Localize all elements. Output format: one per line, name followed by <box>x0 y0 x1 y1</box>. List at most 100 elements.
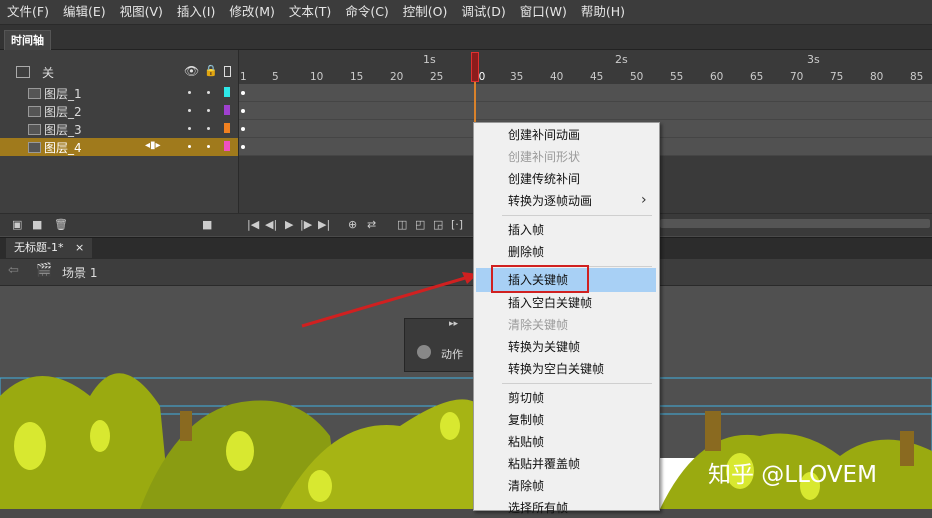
menu-bar: 文件(F) 编辑(E) 视图(V) 插入(I) 修改(M) 文本(T) 命令(C… <box>0 0 932 25</box>
loop-icon[interactable]: ⇄ <box>367 218 376 231</box>
lock-dot[interactable] <box>207 109 210 112</box>
layer-name: 图层_2 <box>44 105 82 119</box>
actions-icon <box>417 345 431 359</box>
tab-timeline[interactable]: 时间轴 <box>4 30 51 50</box>
menu-paste-frames[interactable]: 粘贴帧 <box>474 432 657 452</box>
lock-icon[interactable]: 🔒 <box>204 64 218 77</box>
menu-clear-frames[interactable]: 清除帧 <box>474 476 657 496</box>
layer-row-selected[interactable]: 图层_4 ◂▮▸ <box>0 138 238 156</box>
menu-insert[interactable]: 插入(I) <box>170 0 222 24</box>
actions-panel[interactable]: ▸▸ 动作 <box>404 318 478 372</box>
annotation-highlight-box <box>491 265 589 293</box>
lock-dot[interactable] <box>207 127 210 130</box>
lock-dot[interactable] <box>207 91 210 94</box>
frame-tick: 80 <box>870 71 884 83</box>
layer-row[interactable]: 图层_1 <box>0 84 238 102</box>
back-arrow-icon[interactable]: ⇦ <box>8 263 19 278</box>
menu-file[interactable]: 文件(F) <box>0 0 56 24</box>
new-layer-icon[interactable]: ▣ <box>12 218 22 231</box>
layer-icon <box>28 106 41 117</box>
frame-row[interactable] <box>239 84 932 102</box>
visibility-dot[interactable] <box>188 127 191 130</box>
play-icon[interactable]: ▶ <box>285 218 293 231</box>
close-icon[interactable]: × <box>75 241 84 254</box>
visibility-dot[interactable] <box>188 109 191 112</box>
playhead[interactable] <box>471 52 479 82</box>
actions-label: 动作 <box>441 348 463 361</box>
context-menu: 创建补间动画 创建补间形状 创建传统补间 转换为逐帧动画 › 插入帧 删除帧 清… <box>473 122 660 515</box>
frame-tick: 5 <box>272 71 279 83</box>
frame-tick: 75 <box>830 71 844 83</box>
menu-text[interactable]: 文本(T) <box>282 0 338 24</box>
layer-name: 图层_3 <box>44 123 82 137</box>
frame-row[interactable] <box>239 102 932 120</box>
menu-create-classic-tween[interactable]: 创建传统补间 <box>474 169 657 189</box>
onion-skin-icon[interactable]: ◫ <box>397 218 407 231</box>
frame-tick: 55 <box>670 71 684 83</box>
menu-modify[interactable]: 修改(M) <box>222 0 282 24</box>
menu-separator <box>502 383 652 384</box>
keyframe[interactable] <box>241 91 245 95</box>
menu-convert-to-blank-keyframe[interactable]: 转换为空白关键帧 <box>474 359 657 379</box>
menu-paste-overwrite-frames[interactable]: 粘贴并覆盖帧 <box>474 454 657 474</box>
outline-icon[interactable] <box>224 66 231 77</box>
menu-convert-frame-by-frame[interactable]: 转换为逐帧动画 <box>474 191 657 211</box>
last-frame-icon[interactable]: ▶| <box>318 218 330 231</box>
second-label: 3s <box>807 53 820 66</box>
frame-tick: 70 <box>790 71 804 83</box>
menu-control[interactable]: 控制(O) <box>396 0 455 24</box>
breadcrumb: ⇦ 🎬 场景 1 <box>0 259 932 286</box>
new-folder-icon[interactable]: ■ <box>32 218 42 231</box>
second-label: 2s <box>615 53 628 66</box>
layer-icon <box>28 124 41 135</box>
keyframe[interactable] <box>241 145 245 149</box>
frame-tick: 25 <box>430 71 444 83</box>
timeline-scrollbar[interactable] <box>660 219 930 228</box>
edit-multiple-icon[interactable]: ◲ <box>433 218 443 231</box>
menu-copy-frames[interactable]: 复制帧 <box>474 410 657 430</box>
menu-view[interactable]: 视图(V) <box>113 0 170 24</box>
onion-markers-icon[interactable]: [·] <box>451 218 463 231</box>
menu-insert-frame[interactable]: 插入帧 <box>474 220 657 240</box>
trash-icon[interactable]: 🗑 <box>54 218 68 231</box>
menu-cut-frames[interactable]: 剪切帧 <box>474 388 657 408</box>
menu-commands[interactable]: 命令(C) <box>338 0 395 24</box>
menu-create-motion-tween[interactable]: 创建补间动画 <box>474 125 657 145</box>
scene-label[interactable]: 场景 1 <box>62 264 97 281</box>
frame-tick: 35 <box>510 71 524 83</box>
layer-icon <box>28 88 41 99</box>
camera-icon[interactable]: ■ <box>202 218 212 231</box>
menu-help[interactable]: 帮助(H) <box>574 0 632 24</box>
panel-collapse-icon[interactable]: ▸▸ <box>449 319 458 329</box>
layer-row[interactable]: 图层_2 <box>0 102 238 120</box>
keyframe[interactable] <box>241 109 245 113</box>
onion-outline-icon[interactable]: ◰ <box>415 218 425 231</box>
eye-icon[interactable]: 👁 <box>184 64 199 78</box>
frame-ruler[interactable]: 1s 2s 3s 1 5 10 15 20 25 30 35 40 45 50 … <box>239 50 932 83</box>
layer-row[interactable]: 图层_3 <box>0 120 238 138</box>
center-frame-icon[interactable]: ⊕ <box>348 218 357 231</box>
menu-window[interactable]: 窗口(W) <box>513 0 574 24</box>
document-tab[interactable]: 无标题-1* × <box>6 238 93 258</box>
layer-color-swatch <box>224 123 230 133</box>
menu-insert-blank-keyframe[interactable]: 插入空白关键帧 <box>474 293 657 313</box>
menu-delete-frame[interactable]: 删除帧 <box>474 242 657 262</box>
frame-tick: 10 <box>310 71 324 83</box>
menu-debug[interactable]: 调试(D) <box>454 0 512 24</box>
document-tab-title: 无标题-1* <box>14 241 64 254</box>
menu-convert-to-keyframe[interactable]: 转换为关键帧 <box>474 337 657 357</box>
lock-dot[interactable] <box>207 145 210 148</box>
visibility-dot[interactable] <box>188 145 191 148</box>
keyframe[interactable] <box>241 127 245 131</box>
step-forward-icon[interactable]: |▶ <box>300 218 312 231</box>
layer-color-swatch <box>224 105 230 115</box>
first-frame-icon[interactable]: |◀ <box>247 218 259 231</box>
frame-tick: 15 <box>350 71 364 83</box>
document-tab-bar <box>0 237 932 260</box>
step-back-icon[interactable]: ◀| <box>265 218 277 231</box>
menu-select-all-frames[interactable]: 选择所有帧 <box>474 498 657 518</box>
menu-edit[interactable]: 编辑(E) <box>56 0 113 24</box>
second-label: 1s <box>423 53 436 66</box>
frame-tick: 1 <box>240 71 247 83</box>
visibility-dot[interactable] <box>188 91 191 94</box>
